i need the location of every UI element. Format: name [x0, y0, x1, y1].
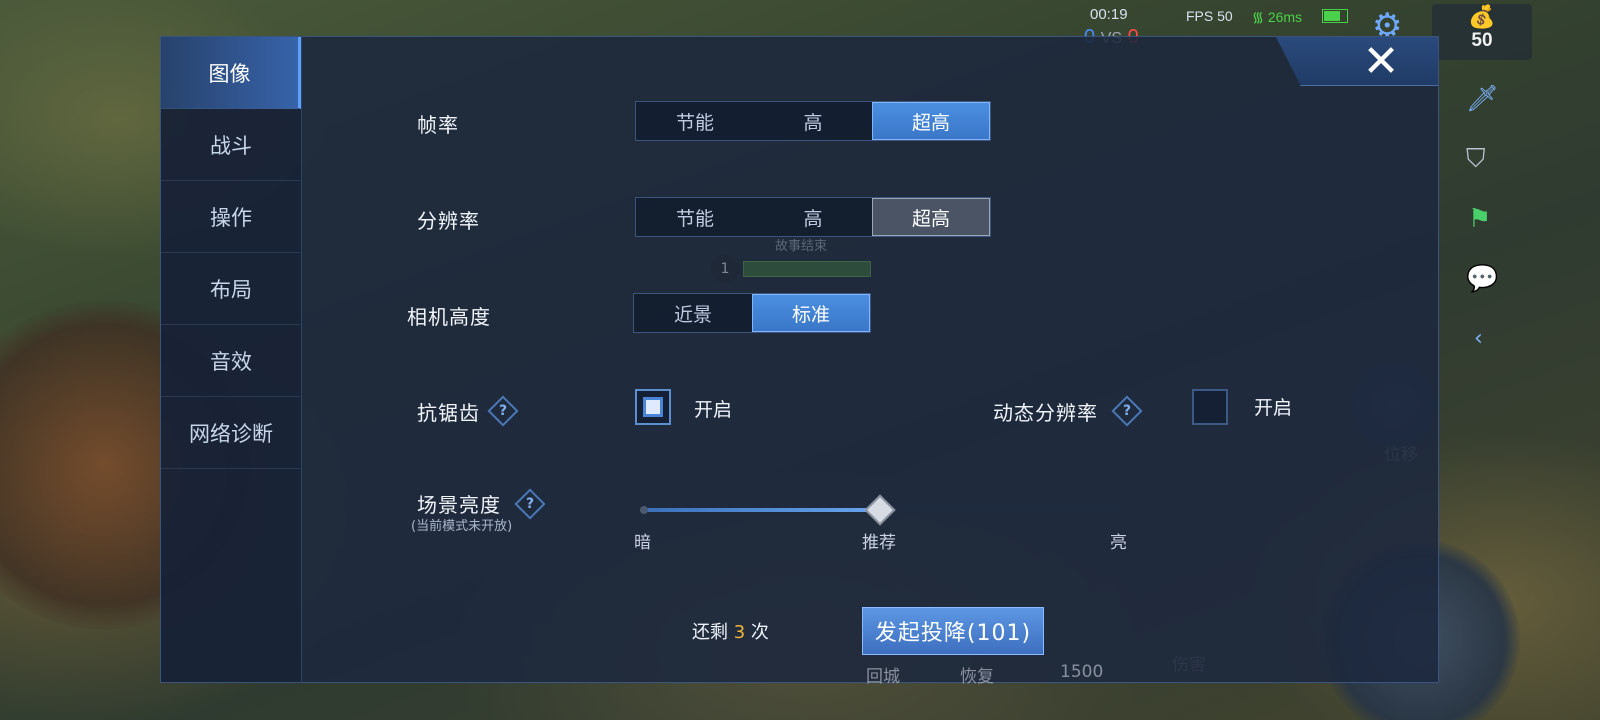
brightness-max-label: 亮 — [1110, 533, 1127, 553]
skill-restore-label: 恢复 — [960, 667, 994, 687]
surrender-remaining-count: 还剩 3 次 — [692, 618, 769, 644]
brightness-note: (当前模式未开放) — [411, 519, 513, 534]
flag-icon[interactable]: ⚑ — [1468, 204, 1491, 234]
dynamic-resolution-checkbox-label: 开启 — [1254, 397, 1293, 419]
tab-network-diagnostics[interactable]: 网络诊断 — [161, 397, 301, 469]
brightness-label: 场景亮度 — [417, 493, 501, 517]
ping-readout: ᯾ 26ms — [1252, 8, 1302, 27]
gold-spent-label: 1500 — [1060, 662, 1104, 682]
surrender-button[interactable]: 发起投降(101) — [862, 607, 1044, 655]
money-bag-icon: 💰 — [1468, 4, 1496, 29]
frame-rate-option-power-saving[interactable]: 节能 — [636, 102, 754, 140]
frame-rate-selector: 节能 高 超高 — [635, 101, 991, 141]
settings-sidebar: 图像 战斗 操作 布局 音效 网络诊断 — [161, 37, 302, 682]
frame-rate-option-high[interactable]: 高 — [754, 102, 872, 140]
chevron-left-icon[interactable]: ‹ — [1474, 326, 1483, 351]
match-timer: 00:19 — [1090, 6, 1128, 23]
brightness-min-label: 暗 — [634, 533, 651, 553]
camera-height-selector: 近景 标准 — [633, 293, 871, 333]
gold-amount: 50 — [1471, 30, 1493, 51]
resolution-selector: 节能 高 超高 — [635, 197, 991, 237]
shield-icon[interactable]: ⛉ — [1466, 144, 1486, 175]
help-mark: ? — [498, 403, 508, 419]
level-badge: 1 — [711, 255, 739, 283]
story-end-text: 故事结束 — [775, 239, 828, 254]
brightness-slider-fill — [640, 508, 880, 512]
wifi-icon: ᯾ — [1252, 9, 1264, 25]
remain-number: 3 — [733, 622, 746, 643]
remain-suffix: 次 — [750, 622, 769, 643]
tab-graphics[interactable]: 图像 — [161, 37, 301, 109]
brightness-slider[interactable] — [640, 494, 1120, 526]
gold-panel: 💰 50 — [1432, 4, 1532, 60]
frame-rate-label: 帧率 — [417, 113, 459, 137]
battery-icon — [1322, 9, 1348, 23]
tab-layout[interactable]: 布局 — [161, 253, 301, 325]
tab-controls[interactable]: 操作 — [161, 181, 301, 253]
chat-icon[interactable]: 💬 — [1466, 264, 1498, 294]
antialiasing-checkbox-label: 开启 — [694, 399, 733, 421]
dynamic-resolution-label: 动态分辨率 — [993, 401, 1098, 425]
help-mark: ? — [1122, 403, 1132, 419]
tab-sound[interactable]: 音效 — [161, 325, 301, 397]
skill-return-label: 回城 — [866, 667, 900, 687]
antialiasing-label: 抗锯齿 — [417, 401, 480, 425]
resolution-option-high[interactable]: 高 — [754, 198, 872, 236]
settings-panel: 图像 战斗 操作 布局 音效 网络诊断 ✕ 帧率 节能 高 超高 分辨率 节能 … — [160, 36, 1439, 683]
tab-combat[interactable]: 战斗 — [161, 109, 301, 181]
ping-value: 26ms — [1267, 9, 1303, 25]
dynamic-resolution-checkbox[interactable] — [1192, 389, 1228, 425]
health-bar — [743, 261, 871, 277]
close-tab-background — [1276, 37, 1438, 86]
resolution-label: 分辨率 — [417, 209, 480, 233]
camera-height-label: 相机高度 — [407, 305, 491, 329]
dynamic-resolution-help-icon[interactable]: ? — [1111, 395, 1143, 427]
frame-rate-option-ultra[interactable]: 超高 — [872, 102, 990, 140]
brightness-slider-start-dot — [640, 506, 648, 514]
close-icon[interactable]: ✕ — [1358, 39, 1404, 85]
brightness-help-icon[interactable]: ? — [514, 488, 546, 520]
antialiasing-checkbox[interactable] — [635, 389, 671, 425]
fps-readout: FPS 50 — [1186, 8, 1233, 24]
camera-height-option-close[interactable]: 近景 — [634, 294, 752, 332]
remain-prefix: 还剩 — [692, 622, 728, 643]
camera-height-option-standard[interactable]: 标准 — [752, 294, 870, 332]
antialiasing-help-icon[interactable]: ? — [487, 395, 519, 427]
help-mark: ? — [525, 496, 535, 512]
resolution-option-power-saving[interactable]: 节能 — [636, 198, 754, 236]
resolution-option-ultra[interactable]: 超高 — [872, 198, 990, 236]
brightness-mid-label: 推荐 — [862, 533, 896, 553]
sword-icon[interactable]: 🗡 — [1466, 84, 1499, 114]
